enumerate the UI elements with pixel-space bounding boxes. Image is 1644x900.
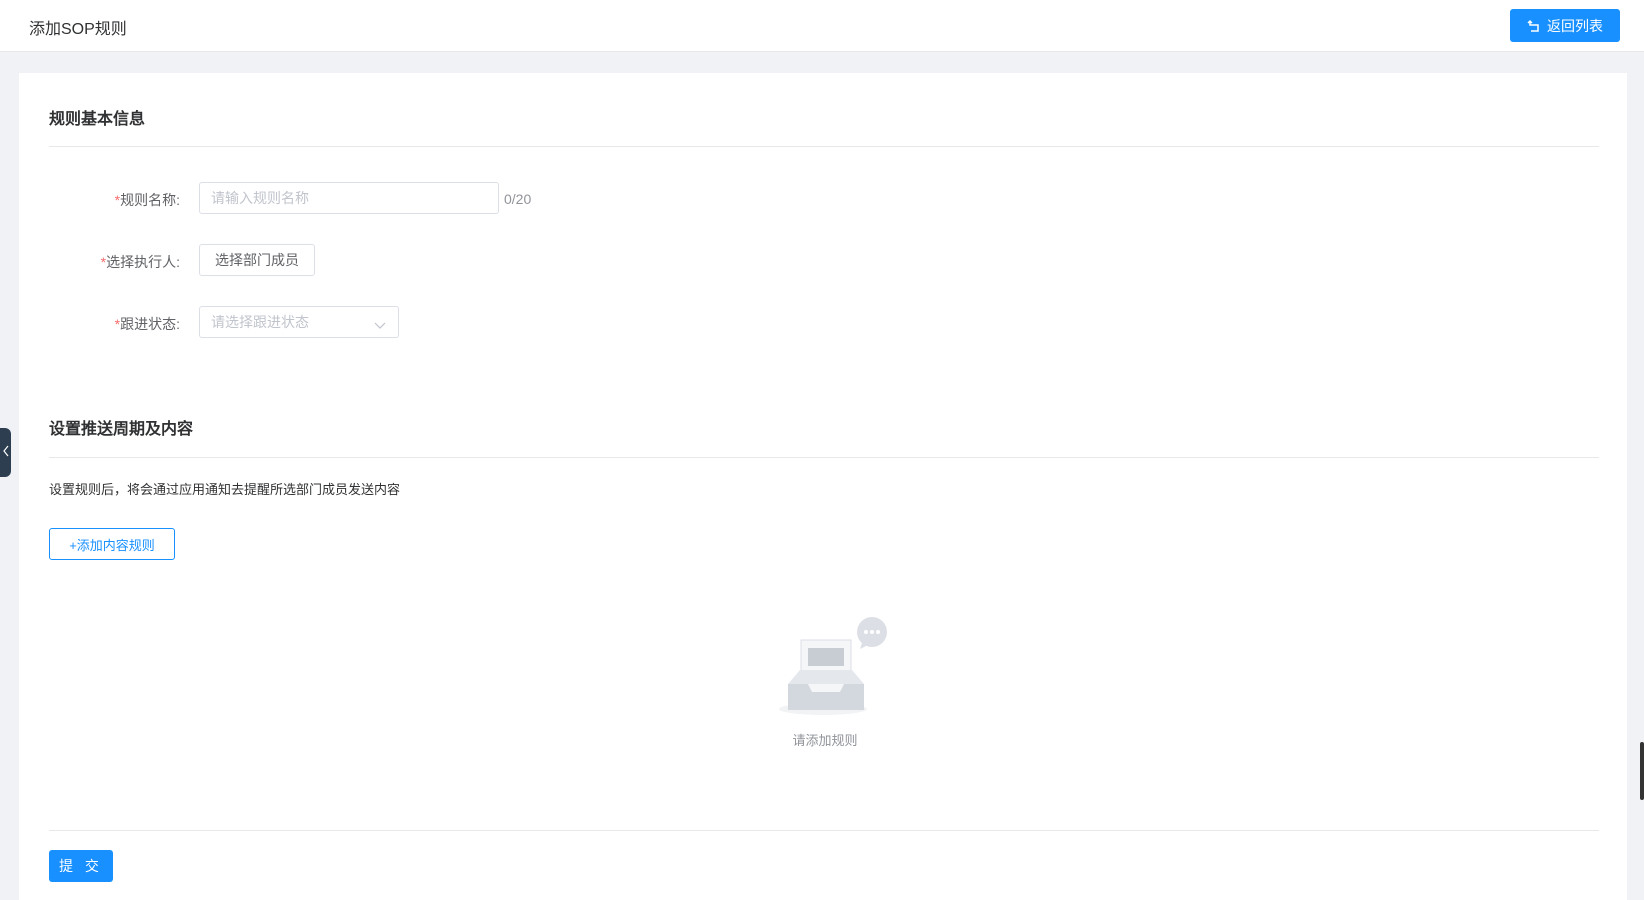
status-label: *跟进状态:	[114, 316, 180, 332]
select-members-button[interactable]: 选择部门成员	[199, 244, 315, 276]
return-icon	[1527, 19, 1541, 33]
sidebar-toggle[interactable]	[0, 428, 11, 477]
divider	[49, 146, 1599, 147]
rule-name-counter: 0/20	[504, 191, 532, 207]
add-content-rule-button[interactable]: +添加内容规则	[49, 528, 175, 560]
page-title: 添加SOP规则	[29, 21, 127, 38]
rule-name-label: *规则名称:	[114, 192, 180, 208]
top-bar: 添加SOP规则 返回列表	[0, 0, 1644, 52]
status-placeholder: 请选择跟进状态	[211, 314, 309, 330]
basic-info-title: 规则基本信息	[49, 111, 146, 128]
back-to-list-button[interactable]: 返回列表	[1510, 9, 1620, 42]
scrollbar-thumb[interactable]	[1640, 742, 1644, 800]
push-section-title: 设置推送周期及内容	[49, 421, 194, 438]
empty-box-icon	[778, 616, 888, 726]
rule-name-input[interactable]: 请输入规则名称	[199, 182, 499, 214]
status-select[interactable]: 请选择跟进状态	[199, 306, 399, 338]
chevron-left-icon	[2, 444, 10, 462]
back-to-list-label: 返回列表	[1547, 17, 1603, 34]
divider	[49, 457, 1599, 458]
push-hint: 设置规则后，将会通过应用通知去提醒所选部门成员发送内容	[49, 482, 401, 497]
divider	[49, 830, 1599, 831]
empty-state-text: 请添加规则	[792, 733, 858, 748]
submit-button[interactable]: 提 交	[49, 850, 113, 882]
rule-name-placeholder: 请输入规则名称	[211, 190, 309, 206]
chevron-down-icon	[374, 317, 386, 333]
executor-label: *选择执行人:	[100, 254, 180, 270]
